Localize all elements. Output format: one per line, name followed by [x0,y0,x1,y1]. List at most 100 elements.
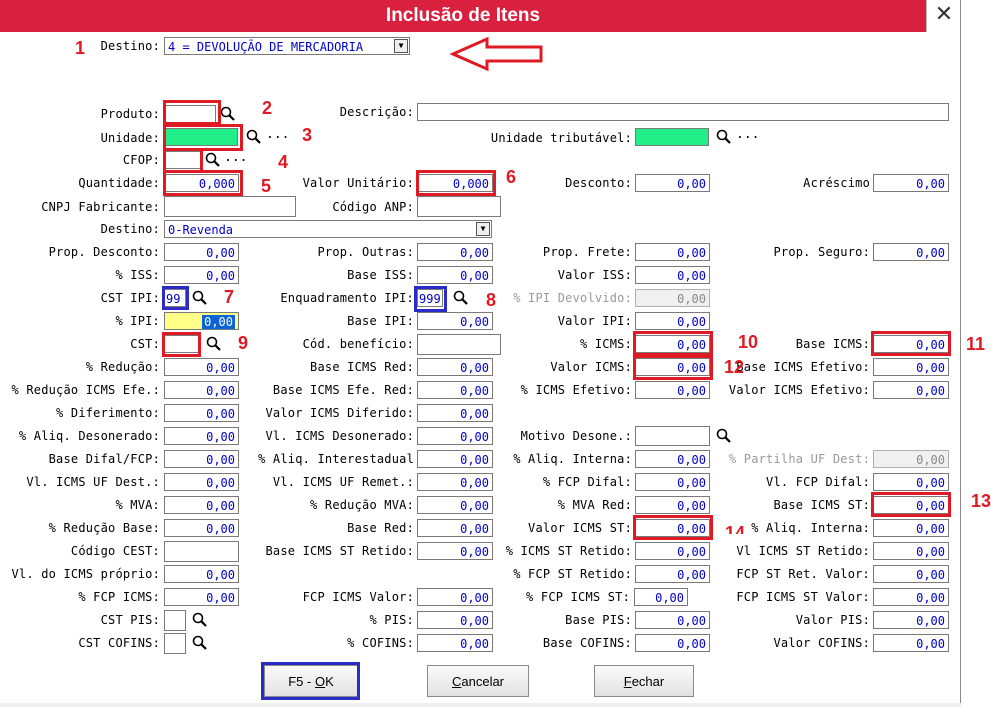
icms-st-ret-pct-input[interactable]: 0,00 [635,542,710,560]
valor-cofins-input[interactable]: 0,00 [873,634,949,652]
fcp-st-ret-pct-input[interactable]: 0,00 [635,565,710,583]
magnifier-icon[interactable] [191,289,209,307]
prop-desc-input[interactable]: 0,00 [164,243,239,261]
vl-icms-uf-dest-input[interactable]: 0,00 [164,473,239,491]
icms-efetivo-pct-input[interactable]: 0,00 [635,381,710,399]
unidade-trib-more[interactable]: ... [736,127,759,145]
magnifier-icon[interactable] [191,611,209,629]
mva-label: % MVA: [115,498,160,512]
magnifier-icon[interactable] [205,335,223,353]
prop-outras-input[interactable]: 0,00 [417,243,493,261]
cod-anp-input[interactable] [417,196,501,217]
close-button[interactable]: Fechar [594,665,694,697]
aliq-interestadual-input[interactable]: 0,00 [417,450,493,468]
unidade-trib-input[interactable] [635,128,709,146]
cod-benef-input[interactable] [417,334,501,355]
valor-iss-input[interactable]: 0,00 [635,266,710,284]
fcp-difal-pct-input[interactable]: 0,00 [635,473,710,491]
magnifier-icon[interactable] [191,634,209,652]
base-pis-label: Base PIS: [565,613,632,627]
valor-ipi-input[interactable]: 0,00 [635,312,710,330]
reducao-input[interactable]: 0,00 [164,358,239,376]
base-red-input[interactable]: 0,00 [417,519,493,537]
iss-pct-label: % ISS: [115,268,160,282]
fcp-icms-st-valor-input[interactable]: 0,00 [873,588,949,606]
fcp-icms-st-pct-input[interactable]: 0,00 [634,588,688,606]
red-icms-efe-input[interactable]: 0,00 [164,381,239,399]
destino2-select[interactable]: 0-Revenda [164,220,492,238]
prop-frete-input[interactable]: 0,00 [635,243,710,261]
valor-icms-efetivo-input[interactable]: 0,00 [873,381,949,399]
cancel-button-suffix: ancelar [461,674,505,689]
red-base-input[interactable]: 0,00 [164,519,239,537]
red-mva-input[interactable]: 0,00 [417,496,493,514]
cfop-more[interactable]: ... [224,150,247,168]
fcp-icms-st-valor-label: FCP ICMS ST Valor: [736,590,870,604]
mva-red-input[interactable]: 0,00 [635,496,710,514]
cst-pis-input[interactable] [164,610,186,631]
magnifier-icon[interactable] [452,289,470,307]
partilha-uf-input: 0,00 [873,450,949,468]
unidade-more[interactable]: ... [266,127,289,145]
fcp-st-ret-valor-input[interactable]: 0,00 [873,565,949,583]
unidade-label: Unidade: [100,131,160,145]
valor-icms-dif-input[interactable]: 0,00 [417,404,493,422]
aliq-interna2-input[interactable]: 0,00 [873,519,949,537]
fcp-icms-valor-input[interactable]: 0,00 [417,588,493,606]
aliq-interna-input[interactable]: 0,00 [635,450,710,468]
base-iss-input[interactable]: 0,00 [417,266,493,284]
annotation-box-2 [163,100,221,125]
annotation-number: 8 [486,290,497,310]
aliq-desonerado-input[interactable]: 0,00 [164,427,239,445]
iss-pct-input[interactable]: 0,00 [164,266,239,284]
diferimento-input[interactable]: 0,00 [164,404,239,422]
magnifier-icon[interactable] [219,105,237,123]
window-border [960,0,961,707]
base-icms-st-ret-input[interactable]: 0,00 [417,542,493,560]
desconto-input[interactable]: 0,00 [635,174,710,192]
vl-fcp-difal-input[interactable]: 0,00 [873,473,949,491]
mva-input[interactable]: 0,00 [164,496,239,514]
fcp-icms-pct-input[interactable]: 0,00 [164,588,239,606]
base-pis-input[interactable]: 0,00 [635,611,710,629]
vl-icms-deson-input[interactable]: 0,00 [417,427,493,445]
valor-pis-input[interactable]: 0,00 [873,611,949,629]
base-icms-efetivo-input[interactable]: 0,00 [873,358,949,376]
magnifier-icon[interactable] [204,151,222,169]
magnifier-icon[interactable] [715,128,733,146]
destino-top-select[interactable]: 4 = DEVOLUÇÃO DE MERCADORIA [164,37,410,55]
annotation-box-11 [871,331,951,356]
acrescimo-label: Acréscimo [803,176,870,190]
magnifier-icon[interactable] [715,427,733,445]
cofins-pct-input[interactable]: 0,00 [417,634,493,652]
fcp-icms-valor-label: FCP ICMS Valor: [302,590,414,604]
base-icms-efe-red-input[interactable]: 0,00 [417,381,493,399]
annotation-number: 14 [725,524,746,534]
cnpj-fab-label: CNPJ Fabricante: [41,200,160,214]
pis-pct-input[interactable]: 0,00 [417,611,493,629]
fcp-st-ret-valor-label: FCP ST Ret. Valor: [736,567,870,581]
annotation-box-9 [162,332,201,357]
chevron-down-icon[interactable]: ▼ [476,222,490,236]
vl-icms-proprio-input[interactable]: 0,00 [164,565,239,583]
descricao-input[interactable] [417,103,949,121]
ipi-pct-input[interactable]: 0,00 [164,312,239,330]
base-ipi-input[interactable]: 0,00 [417,312,493,330]
vl-icms-st-ret-input[interactable]: 0,00 [873,542,949,560]
cancel-button[interactable]: Cancelar [427,665,529,697]
prop-frete-label: Prop. Frete: [542,245,632,259]
magnifier-icon[interactable] [245,128,263,146]
prop-seguro-input[interactable]: 0,00 [873,243,949,261]
cst-cofins-input[interactable] [164,633,186,654]
prop-outras-label: Prop. Outras: [317,245,414,259]
base-difal-input[interactable]: 0,00 [164,450,239,468]
base-icms-red-input[interactable]: 0,00 [417,358,493,376]
chevron-down-icon[interactable]: ▼ [394,39,408,53]
codigo-cest-input[interactable] [164,541,239,562]
vl-icms-uf-remet-input[interactable]: 0,00 [417,473,493,491]
cnpj-fab-input[interactable] [164,196,296,217]
motivo-deson-input[interactable] [635,426,710,446]
close-icon[interactable]: ✕ [926,0,961,32]
base-cofins-input[interactable]: 0,00 [635,634,710,652]
acrescimo-input[interactable]: 0,00 [873,174,949,192]
